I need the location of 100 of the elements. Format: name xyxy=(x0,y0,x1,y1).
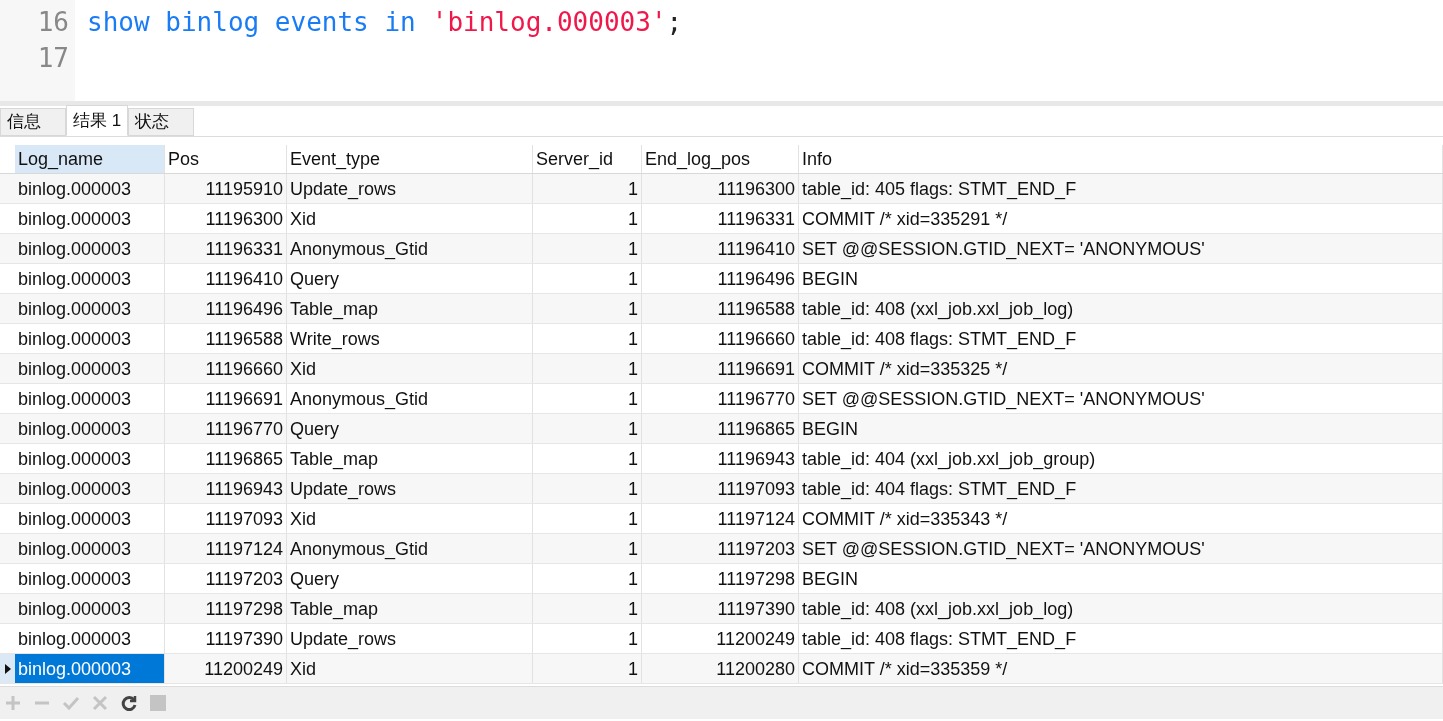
table-cell: 11196943 xyxy=(642,444,799,473)
table-row[interactable]: binlog.000003 11197390 Update_rows 1 11200249 table_id: 408 flags: STMT_END_F xyxy=(0,624,1443,654)
table-cell: table_id: 408 (xxl_job.xxl_job_log) xyxy=(799,594,1443,623)
table-cell: binlog.000003 xyxy=(15,354,165,383)
tab[interactable]: 信息 xyxy=(0,108,66,136)
table-row[interactable]: binlog.000003 11197298 Table_map 1 11197390 table_id: 408 (xxl_job.xxl_job_log) xyxy=(0,594,1443,624)
table-cell: COMMIT /* xid=335343 */ xyxy=(799,504,1443,533)
table-cell: 11196770 xyxy=(165,414,287,443)
table-cell: Update_rows xyxy=(287,474,533,503)
table-cell: 11196865 xyxy=(165,444,287,473)
table-cell: binlog.000003 xyxy=(15,624,165,653)
table-cell: binlog.000003 xyxy=(15,384,165,413)
table-cell: SET @@SESSION.GTID_NEXT= 'ANONYMOUS' xyxy=(799,384,1443,413)
table-cell: table_id: 405 flags: STMT_END_F xyxy=(799,174,1443,203)
table-cell: 1 xyxy=(533,564,642,593)
table-cell: 11200280 xyxy=(642,654,799,683)
refresh-icon[interactable] xyxy=(120,694,138,712)
table-cell: 1 xyxy=(533,504,642,533)
table-cell: 1 xyxy=(533,294,642,323)
table-cell: 11200249 xyxy=(165,654,287,683)
table-cell: Query xyxy=(287,264,533,293)
table-row[interactable]: binlog.000003 11197203 Query 1 11197298 BEGIN xyxy=(0,564,1443,594)
table-cell: 1 xyxy=(533,324,642,353)
table-cell: 11197298 xyxy=(165,594,287,623)
table-cell: 11197093 xyxy=(642,474,799,503)
table-cell: Table_map xyxy=(287,444,533,473)
table-cell: table_id: 408 (xxl_job.xxl_job_log) xyxy=(799,294,1443,323)
table-cell: binlog.000003 xyxy=(15,174,165,203)
table-cell: 11196588 xyxy=(642,294,799,323)
table-cell: 1 xyxy=(533,234,642,263)
table-cell: Write_rows xyxy=(287,324,533,353)
table-cell: Xid xyxy=(287,504,533,533)
table-cell: binlog.000003 xyxy=(15,594,165,623)
table-cell: 11197203 xyxy=(165,564,287,593)
table-row[interactable]: binlog.000003 11196865 Table_map 1 11196943 table_id: 404 (xxl_job.xxl_job_group) xyxy=(0,444,1443,474)
table-cell: 11196943 xyxy=(165,474,287,503)
table-row[interactable]: binlog.000003 11197093 Xid 1 11197124 COMMIT /* xid=335343 */ xyxy=(0,504,1443,534)
table-cell: 11196331 xyxy=(165,234,287,263)
table-cell: 11197390 xyxy=(642,594,799,623)
table-row[interactable]: binlog.000003 11196331 Anonymous_Gtid 1 11196410 SET @@SESSION.GTID_NEXT= 'ANONYMOUS' xyxy=(0,234,1443,264)
code-token: 'binlog.000003' xyxy=(431,6,667,39)
table-cell: binlog.000003 xyxy=(15,264,165,293)
table-cell: binlog.000003 xyxy=(15,534,165,563)
table-cell: table_id: 408 flags: STMT_END_F xyxy=(799,324,1443,353)
table-cell: binlog.000003 xyxy=(15,654,165,683)
table-cell: Anonymous_Gtid xyxy=(287,534,533,563)
table-cell: 11195910 xyxy=(165,174,287,203)
table-cell: 11196660 xyxy=(642,324,799,353)
table-cell: 11197203 xyxy=(642,534,799,563)
column-header[interactable]: Log_name xyxy=(15,145,165,173)
column-header[interactable]: Server_id xyxy=(533,145,642,173)
table-cell: binlog.000003 xyxy=(15,234,165,263)
table-cell: COMMIT /* xid=335325 */ xyxy=(799,354,1443,383)
table-row[interactable]: binlog.000003 11196300 Xid 1 11196331 COMMIT /* xid=335291 */ xyxy=(0,204,1443,234)
table-row[interactable]: binlog.000003 11196770 Query 1 11196865 BEGIN xyxy=(0,414,1443,444)
table-cell: 11196691 xyxy=(642,354,799,383)
table-cell: binlog.000003 xyxy=(15,444,165,473)
table-cell: BEGIN xyxy=(799,564,1443,593)
table-cell: Query xyxy=(287,564,533,593)
table-cell: Xid xyxy=(287,354,533,383)
table-cell: 1 xyxy=(533,174,642,203)
table-cell: 11196496 xyxy=(642,264,799,293)
tab[interactable]: 状态 xyxy=(128,108,195,136)
table-row[interactable]: binlog.000003 11196660 Xid 1 11196691 COMMIT /* xid=335325 */ xyxy=(0,354,1443,384)
table-cell: BEGIN xyxy=(799,264,1443,293)
table-cell: 11196770 xyxy=(642,384,799,413)
table-cell: binlog.000003 xyxy=(15,204,165,233)
table-cell: binlog.000003 xyxy=(15,294,165,323)
table-cell: COMMIT /* xid=335359 */ xyxy=(799,654,1443,683)
table-cell: 1 xyxy=(533,264,642,293)
table-row[interactable]: binlog.000003 11200249 Xid 1 11200280 COMMIT /* xid=335359 */ xyxy=(0,654,1443,684)
table-cell: table_id: 404 (xxl_job.xxl_job_group) xyxy=(799,444,1443,473)
table-row[interactable]: binlog.000003 11196410 Query 1 11196496 BEGIN xyxy=(0,264,1443,294)
table-cell: 11196660 xyxy=(165,354,287,383)
table-cell: Update_rows xyxy=(287,174,533,203)
table-cell: 11196496 xyxy=(165,294,287,323)
table-row[interactable]: binlog.000003 11195910 Update_rows 1 11196300 table_id: 405 flags: STMT_END_F xyxy=(0,174,1443,204)
table-cell: 11200249 xyxy=(642,624,799,653)
code-token: show binlog events in xyxy=(87,6,416,39)
line-number: 17 xyxy=(37,42,69,75)
table-cell: Xid xyxy=(287,654,533,683)
table-cell: 11197124 xyxy=(165,534,287,563)
table-row[interactable]: binlog.000003 11196691 Anonymous_Gtid 1 11196770 SET @@SESSION.GTID_NEXT= 'ANONYMOUS' xyxy=(0,384,1443,414)
table-cell: SET @@SESSION.GTID_NEXT= 'ANONYMOUS' xyxy=(799,234,1443,263)
table-row[interactable]: binlog.000003 11196943 Update_rows 1 11197093 table_id: 404 flags: STMT_END_F xyxy=(0,474,1443,504)
table-row[interactable]: binlog.000003 11197124 Anonymous_Gtid 1 11197203 SET @@SESSION.GTID_NEXT= 'ANONYMOUS' xyxy=(0,534,1443,564)
row-header[interactable] xyxy=(0,654,15,683)
tab[interactable]: 结果 1 xyxy=(66,105,129,136)
table-cell: binlog.000003 xyxy=(15,504,165,533)
table-cell: 1 xyxy=(533,624,642,653)
table-cell: 1 xyxy=(533,594,642,623)
table-row[interactable]: binlog.000003 11196496 Table_map 1 11196588 table_id: 408 (xxl_job.xxl_job_log) xyxy=(0,294,1443,324)
table-cell: 11197124 xyxy=(642,504,799,533)
table-row[interactable]: binlog.000003 11196588 Write_rows 1 11196660 table_id: 408 flags: STMT_END_F xyxy=(0,324,1443,354)
row-pointer-icon xyxy=(4,663,11,674)
table-cell: Anonymous_Gtid xyxy=(287,384,533,413)
table-cell: 1 xyxy=(533,204,642,233)
table-cell: binlog.000003 xyxy=(15,564,165,593)
table-cell: 11197298 xyxy=(642,564,799,593)
table-cell: binlog.000003 xyxy=(15,414,165,443)
